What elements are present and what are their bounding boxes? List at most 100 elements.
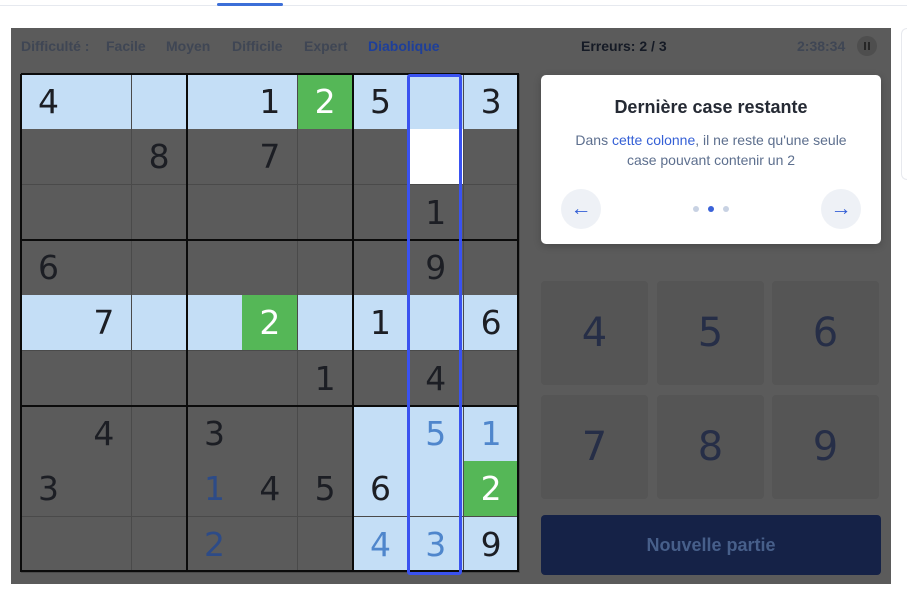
hint-prev-button[interactable]: ← (561, 189, 601, 229)
pause-icon[interactable] (857, 36, 877, 56)
grid-cell-r5c3[interactable] (131, 295, 188, 352)
box-line-vertical (352, 74, 354, 572)
grid-cell-r3c7[interactable] (352, 184, 409, 241)
hint-column-link[interactable]: cette colonne (612, 132, 695, 148)
grid-cell-r7c6[interactable] (297, 405, 354, 462)
grid-cell-r2c4[interactable] (186, 129, 243, 186)
grid-cell-r3c9[interactable] (463, 184, 520, 241)
box-line-horizontal (21, 570, 519, 572)
grid-cell-r9c2[interactable] (76, 516, 133, 573)
grid-cell-r6c8[interactable]: 4 (408, 350, 465, 407)
grid-cell-r2c7[interactable] (352, 129, 409, 186)
grid-cell-r4c4[interactable] (186, 239, 243, 296)
grid-cell-r6c6[interactable]: 1 (297, 350, 354, 407)
grid-cell-r5c6[interactable] (297, 295, 354, 352)
grid-cell-r6c4[interactable] (186, 350, 243, 407)
grid-cell-r5c1[interactable] (21, 295, 77, 352)
numpad-key-4[interactable]: 4 (541, 281, 648, 385)
grid-cell-r5c4[interactable] (186, 295, 243, 352)
grid-cell-r4c3[interactable] (131, 239, 188, 296)
grid-cell-r2c9[interactable] (463, 129, 520, 186)
grid-cell-r5c2[interactable]: 7 (76, 295, 133, 352)
grid-cell-r2c8[interactable] (408, 129, 465, 186)
numpad-key-7[interactable]: 7 (541, 395, 648, 499)
grid-cell-r9c5[interactable] (242, 516, 299, 573)
grid-cell-r7c9[interactable]: 1 (463, 405, 520, 462)
grid-cell-r1c4[interactable] (186, 74, 243, 130)
grid-cell-r9c3[interactable] (131, 516, 188, 573)
grid-cell-r1c9[interactable]: 3 (463, 74, 520, 130)
grid-cell-r8c4[interactable]: 1 (186, 461, 243, 518)
grid-cell-r8c8[interactable] (408, 461, 465, 518)
grid-cell-r9c6[interactable] (297, 516, 354, 573)
grid-cell-r8c9[interactable]: 2 (463, 461, 520, 518)
difficulty-diabolique[interactable]: Diabolique (368, 38, 440, 54)
grid-cell-r5c5[interactable]: 2 (242, 295, 299, 352)
grid-cell-r1c8[interactable] (408, 74, 465, 130)
grid-cell-r1c2[interactable] (76, 74, 133, 130)
difficulty-moyen[interactable]: Moyen (166, 38, 210, 54)
grid-cell-r2c3[interactable]: 8 (131, 129, 188, 186)
grid-cell-r9c8[interactable]: 3 (408, 516, 465, 573)
grid-cell-r1c7[interactable]: 5 (352, 74, 409, 130)
grid-cell-r3c3[interactable] (131, 184, 188, 241)
grid-cell-r4c5[interactable] (242, 239, 299, 296)
grid-cell-r4c8[interactable]: 9 (408, 239, 465, 296)
grid-cell-r9c9[interactable]: 9 (463, 516, 520, 573)
grid-cell-r5c9[interactable]: 6 (463, 295, 520, 352)
game-header: Difficulté : Facile Moyen Difficile Expe… (11, 28, 891, 64)
grid-cell-r3c2[interactable] (76, 184, 133, 241)
grid-cell-r6c3[interactable] (131, 350, 188, 407)
grid-cell-r8c7[interactable]: 6 (352, 461, 409, 518)
grid-cell-r6c7[interactable] (352, 350, 409, 407)
grid-cell-r6c2[interactable] (76, 350, 133, 407)
grid-cell-r4c2[interactable] (76, 239, 133, 296)
numpad-key-8[interactable]: 8 (657, 395, 764, 499)
difficulty-facile[interactable]: Facile (106, 38, 146, 54)
grid-cell-r7c4[interactable]: 3 (186, 405, 243, 462)
grid-cell-r3c6[interactable] (297, 184, 354, 241)
numpad-key-9[interactable]: 9 (772, 395, 879, 499)
grid-cell-r6c1[interactable] (21, 350, 77, 407)
grid-cell-r5c8[interactable] (408, 295, 465, 352)
new-game-button[interactable]: Nouvelle partie (541, 515, 881, 575)
grid-cell-r7c5[interactable] (242, 405, 299, 462)
grid-cell-r2c2[interactable] (76, 129, 133, 186)
grid-cell-r7c1[interactable] (21, 405, 77, 462)
grid-cell-r9c1[interactable] (21, 516, 77, 573)
grid-cell-r8c5[interactable]: 4 (242, 461, 299, 518)
grid-cell-r6c5[interactable] (242, 350, 299, 407)
grid-cell-r1c5[interactable]: 1 (242, 74, 299, 130)
grid-cell-r4c9[interactable] (463, 239, 520, 296)
grid-cell-r1c6[interactable]: 2 (297, 74, 354, 130)
grid-cell-r9c7[interactable]: 4 (352, 516, 409, 573)
grid-cell-r3c1[interactable] (21, 184, 77, 241)
difficulty-expert[interactable]: Expert (304, 38, 348, 54)
grid-cell-r3c4[interactable] (186, 184, 243, 241)
grid-cell-r7c8[interactable]: 5 (408, 405, 465, 462)
grid-cell-r8c3[interactable] (131, 461, 188, 518)
numpad-key-6[interactable]: 6 (772, 281, 879, 385)
grid-cell-r8c2[interactable] (76, 461, 133, 518)
grid-cell-r9c4[interactable]: 2 (186, 516, 243, 573)
grid-cell-r7c3[interactable] (131, 405, 188, 462)
grid-cell-r2c1[interactable] (21, 129, 77, 186)
numpad-key-5[interactable]: 5 (657, 281, 764, 385)
grid-cell-r1c3[interactable] (131, 74, 188, 130)
hint-next-button[interactable]: → (821, 189, 861, 229)
grid-cell-r8c6[interactable]: 5 (297, 461, 354, 518)
difficulty-difficile[interactable]: Difficile (232, 38, 283, 54)
grid-cell-r2c5[interactable]: 7 (242, 129, 299, 186)
grid-cell-r7c7[interactable] (352, 405, 409, 462)
grid-cell-r2c6[interactable] (297, 129, 354, 186)
grid-cell-r4c1[interactable]: 6 (21, 239, 77, 296)
grid-cell-r4c6[interactable] (297, 239, 354, 296)
grid-cell-r8c1[interactable]: 3 (21, 461, 77, 518)
grid-cell-r3c5[interactable] (242, 184, 299, 241)
grid-cell-r4c7[interactable] (352, 239, 409, 296)
grid-cell-r5c7[interactable]: 1 (352, 295, 409, 352)
grid-cell-r6c9[interactable] (463, 350, 520, 407)
grid-cell-r1c1[interactable]: 4 (21, 74, 77, 130)
grid-cell-r7c2[interactable]: 4 (76, 405, 133, 462)
grid-cell-r3c8[interactable]: 1 (408, 184, 465, 241)
